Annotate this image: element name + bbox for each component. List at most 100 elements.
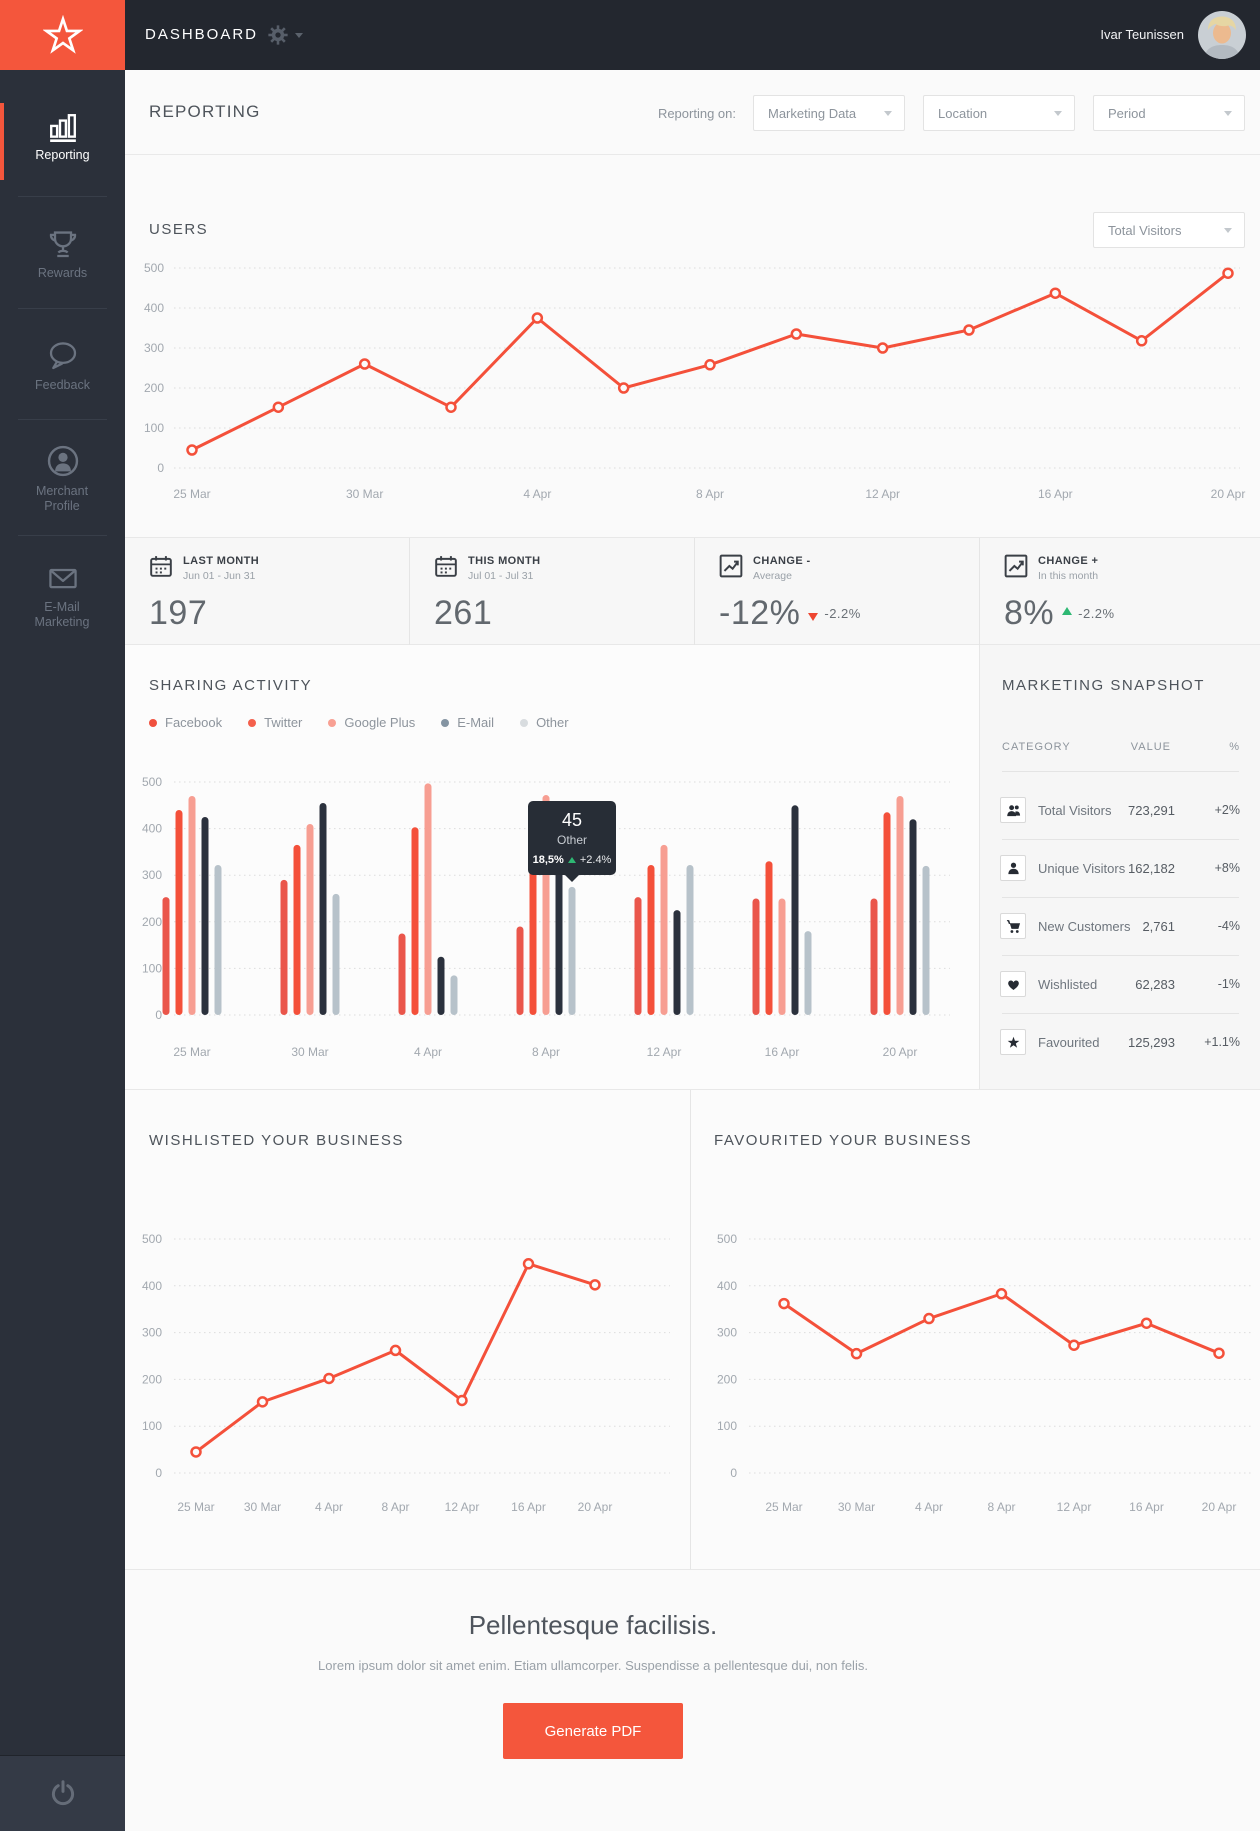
y-axis-label: 0	[155, 1466, 162, 1480]
bar	[320, 803, 327, 1015]
line-point	[1137, 336, 1146, 345]
section-title-wishlisted: WISHLISTED YOUR BUSINESS	[149, 1132, 404, 1149]
line-series	[784, 1294, 1219, 1354]
line-point	[447, 403, 456, 412]
stat-sublabel: Jul 01 - Jul 31	[468, 570, 533, 582]
y-axis-label: 300	[717, 1326, 737, 1340]
line-point	[1051, 289, 1060, 298]
x-axis-label: 8 Apr	[381, 1500, 409, 1514]
line-point	[792, 330, 801, 339]
x-axis-label: 12 Apr	[865, 487, 900, 501]
divider	[18, 419, 107, 420]
dropdown-period[interactable]: Period	[1093, 95, 1245, 131]
bar	[189, 796, 196, 1015]
line-point	[1142, 1319, 1151, 1328]
divider	[18, 308, 107, 309]
bar	[923, 866, 930, 1015]
bar	[674, 910, 681, 1015]
y-axis-label: 300	[142, 868, 162, 882]
y-axis-label: 200	[144, 381, 164, 395]
bar	[307, 824, 314, 1015]
row-value: 62,283	[1135, 977, 1175, 992]
row-value: 125,293	[1128, 1035, 1175, 1050]
x-axis-label: 25 Mar	[177, 1500, 214, 1514]
row-label: Total Visitors	[1038, 803, 1111, 818]
speech-bubble-icon	[47, 340, 79, 372]
power-icon	[47, 1778, 79, 1810]
trophy-icon	[47, 228, 79, 260]
dropdown-reporting-on[interactable]: Marketing Data	[753, 95, 905, 131]
bar	[517, 926, 524, 1015]
chart-tooltip: 45 Other 18,5% +2.4%	[528, 801, 616, 875]
row-pct: +8%	[1215, 861, 1240, 875]
row-label: Unique Visitors	[1038, 861, 1125, 876]
chevron-down-icon	[1054, 111, 1062, 116]
sidebar-item-feedback[interactable]: Feedback	[0, 340, 125, 393]
users-section: USERS Total Visitors 010020030040050025 …	[125, 155, 1260, 537]
tooltip-label: Other	[532, 833, 612, 847]
x-axis-label: 20 Apr	[578, 1500, 613, 1514]
dropdown-location[interactable]: Location	[923, 95, 1075, 131]
chevron-down-icon	[1224, 111, 1232, 116]
stat-value: 8%-2.2%	[1004, 594, 1115, 633]
line-point	[1215, 1349, 1224, 1358]
bar	[805, 931, 812, 1015]
calendar-icon	[434, 554, 458, 578]
bar	[884, 812, 891, 1015]
line-point	[360, 360, 369, 369]
y-axis-label: 300	[142, 1326, 162, 1340]
bar	[294, 845, 301, 1015]
y-axis-label: 100	[144, 421, 164, 435]
calendar-icon	[149, 554, 173, 578]
legend-google-plus[interactable]: Google Plus	[328, 715, 415, 730]
legend-email[interactable]: E-Mail	[441, 715, 494, 730]
sidebar-item-rewards[interactable]: Rewards	[0, 228, 125, 281]
bar	[438, 957, 445, 1015]
bar	[569, 887, 576, 1015]
legend-facebook[interactable]: Facebook	[149, 715, 222, 730]
line-point	[533, 314, 542, 323]
filter-label: Reporting on:	[658, 106, 736, 121]
y-axis-label: 200	[717, 1372, 737, 1386]
generate-pdf-button[interactable]: Generate PDF	[503, 1703, 683, 1759]
table-row: Wishlisted 62,283 -1%	[980, 955, 1260, 1013]
legend-dot	[441, 719, 449, 727]
x-axis-label: 16 Apr	[1038, 487, 1073, 501]
gear-icon	[267, 24, 289, 46]
y-axis-label: 0	[155, 1008, 162, 1022]
bar	[163, 897, 170, 1015]
legend-other[interactable]: Other	[520, 715, 569, 730]
stat-this-month: THIS MONTH Jul 01 - Jul 31 261	[409, 538, 694, 646]
row-label: Wishlisted	[1038, 977, 1097, 992]
y-axis-label: 100	[142, 1419, 162, 1433]
x-axis-label: 12 Apr	[647, 1045, 682, 1059]
bar	[779, 899, 786, 1016]
x-axis-label: 12 Apr	[445, 1500, 480, 1514]
legend-dot	[149, 719, 157, 727]
settings-menu[interactable]	[267, 24, 303, 46]
legend-dot	[328, 719, 336, 727]
app-logo[interactable]	[0, 0, 125, 70]
bar	[425, 783, 432, 1015]
stat-change-minus: CHANGE - Average -12%-2.2%	[694, 538, 979, 646]
arrow-up-icon	[1062, 607, 1072, 615]
x-axis-label: 20 Apr	[1202, 1500, 1237, 1514]
bar	[910, 819, 917, 1015]
bar-chart-icon	[48, 112, 78, 142]
sidebar-item-merchant-profile[interactable]: Merchant Profile	[0, 444, 125, 514]
bar	[176, 810, 183, 1015]
x-axis-label: 30 Mar	[291, 1045, 328, 1059]
avatar[interactable]	[1198, 11, 1246, 59]
row-value: 2,761	[1142, 919, 1175, 934]
sidebar-item-label: Rewards	[0, 266, 125, 281]
table-row: Favourited 125,293 +1.1%	[980, 1013, 1260, 1071]
sidebar-item-email-marketing[interactable]: E-Mail Marketing	[0, 562, 125, 630]
logout-button[interactable]	[0, 1755, 125, 1831]
chevron-down-icon	[884, 111, 892, 116]
sidebar-item-reporting[interactable]: Reporting	[0, 112, 125, 163]
section-title-sharing: SHARING ACTIVITY	[149, 677, 312, 694]
table-row: Total Visitors 723,291 +2%	[980, 781, 1260, 839]
legend-twitter[interactable]: Twitter	[248, 715, 302, 730]
section-title-favourited: FAVOURITED YOUR BUSINESS	[714, 1132, 972, 1149]
y-axis-label: 0	[730, 1466, 737, 1480]
